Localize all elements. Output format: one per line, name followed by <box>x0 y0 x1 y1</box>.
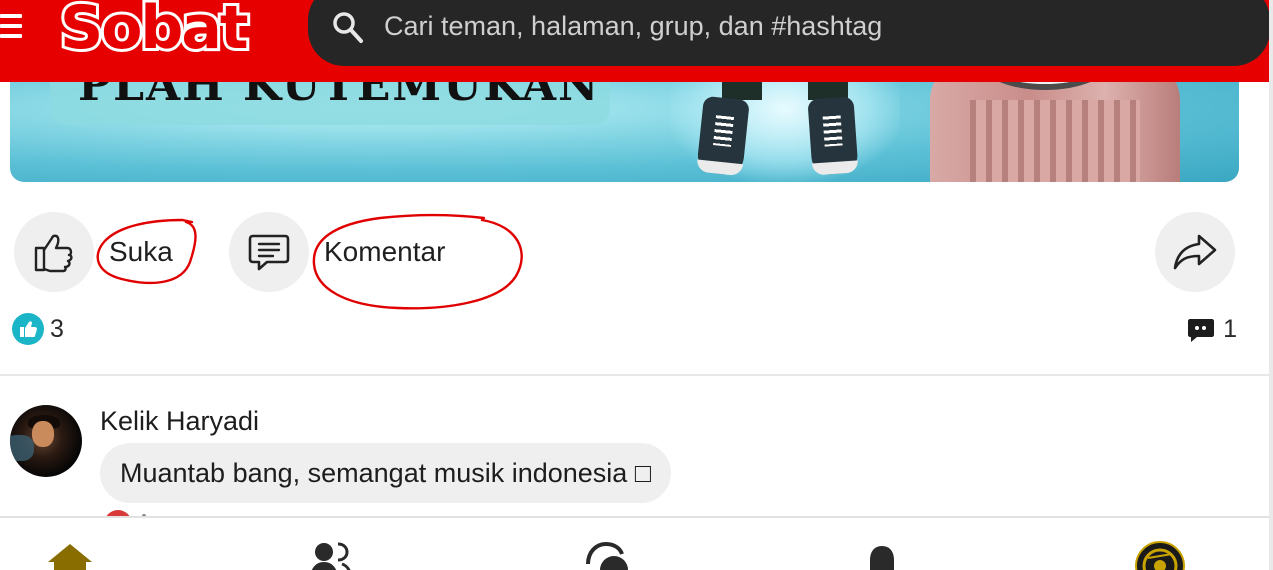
image-shoe <box>696 95 750 177</box>
image-shoe <box>807 96 859 176</box>
app-logo[interactable]: Sobat <box>56 0 266 56</box>
avatar[interactable] <box>10 405 82 477</box>
app-logo-text: Sobat <box>60 0 248 56</box>
like-count-value: 3 <box>50 314 64 343</box>
search-bar[interactable] <box>308 0 1270 66</box>
like-label[interactable]: Suka <box>109 236 173 268</box>
menu-icon[interactable] <box>0 14 22 40</box>
comment-count-value: 1 <box>1223 315 1237 343</box>
comment-text: Muantab bang, semangat musik indonesia □ <box>120 457 652 488</box>
nav-chat[interactable] <box>576 540 636 570</box>
nav-home[interactable] <box>40 540 100 570</box>
comment-count[interactable]: 1 <box>1187 315 1237 344</box>
friends-icon <box>311 542 351 570</box>
like-count[interactable]: 3 <box>12 313 64 345</box>
notification-bell-icon <box>870 546 894 570</box>
like-icon-wrapper[interactable] <box>14 212 94 292</box>
comment-author[interactable]: Kelik Haryadi <box>100 406 259 437</box>
comment-button[interactable]: Komentar <box>229 212 445 292</box>
thumbs-up-icon <box>20 321 37 337</box>
share-button[interactable] <box>1155 212 1235 292</box>
like-badge-icon <box>12 313 44 345</box>
comment-icon-wrapper[interactable] <box>229 212 309 292</box>
comment-count-icon <box>1188 318 1215 342</box>
nav-profile[interactable] <box>1130 540 1190 570</box>
thumbs-up-icon <box>34 234 73 273</box>
divider <box>0 374 1270 376</box>
top-header: Sobat <box>0 0 1273 82</box>
page-scrollbar[interactable] <box>1269 0 1273 570</box>
like-button[interactable]: Suka <box>14 212 173 292</box>
search-input[interactable] <box>384 10 1184 42</box>
search-icon[interactable] <box>332 10 364 44</box>
comment-label[interactable]: Komentar <box>324 236 445 268</box>
comment-bubble: Muantab bang, semangat musik indonesia □ <box>100 443 672 503</box>
profile-avatar-icon <box>1135 541 1185 570</box>
share-icon <box>1173 234 1217 270</box>
nav-notifications[interactable] <box>852 540 912 570</box>
nav-friends[interactable] <box>300 540 360 570</box>
bottom-navigation <box>0 516 1270 570</box>
chat-icon <box>586 541 628 570</box>
comment-icon <box>248 234 290 271</box>
home-icon <box>48 544 92 570</box>
